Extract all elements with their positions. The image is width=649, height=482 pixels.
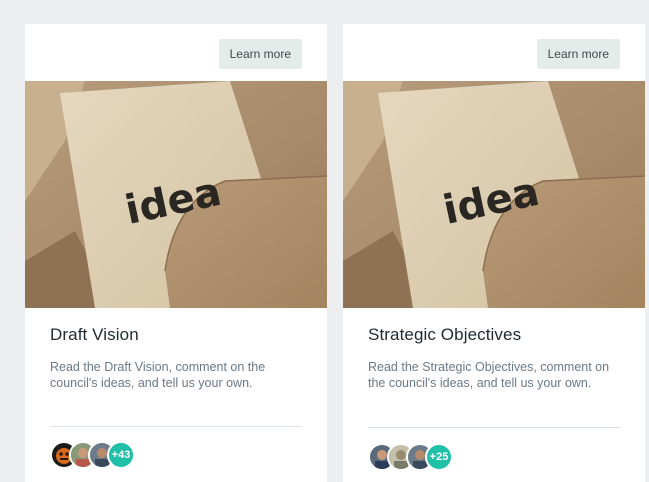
- project-card-strategic-objectives[interactable]: Learn more idea Strategic Objectives Rea: [343, 24, 645, 482]
- card-header: Learn more: [343, 24, 645, 81]
- card-image-idea: idea: [25, 81, 327, 308]
- divider: [50, 426, 302, 427]
- project-card-draft-vision[interactable]: Learn more idea Draft Vision Read the Dr: [25, 24, 327, 482]
- participant-count-badge[interactable]: +25: [425, 443, 453, 471]
- card-title[interactable]: Draft Vision: [50, 325, 302, 345]
- card-header: Learn more: [25, 24, 327, 81]
- card-description: Read the Strategic Objectives, comment o…: [368, 360, 610, 390]
- card-description: Read the Draft Vision, comment on the co…: [50, 360, 266, 390]
- learn-more-button[interactable]: Learn more: [536, 39, 620, 69]
- card-image-idea: idea: [343, 81, 645, 308]
- participant-avatars[interactable]: +25: [368, 443, 453, 471]
- learn-more-button[interactable]: Learn more: [218, 39, 302, 69]
- participant-count-badge[interactable]: +43: [107, 441, 135, 469]
- participant-avatars[interactable]: +43: [50, 441, 135, 469]
- card-title[interactable]: Strategic Objectives: [368, 325, 620, 345]
- divider: [368, 427, 620, 428]
